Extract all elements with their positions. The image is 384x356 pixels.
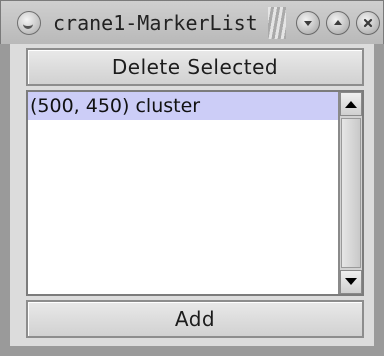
scroll-thumb[interactable] — [341, 118, 361, 268]
window-title: crane1-MarkerList — [53, 10, 258, 35]
delete-selected-button[interactable]: Delete Selected — [26, 48, 364, 86]
maximize-icon — [333, 19, 342, 25]
marker-list-area[interactable]: (500, 450) cluster — [28, 92, 338, 294]
arrow-down-icon — [345, 278, 357, 285]
add-label: Add — [174, 307, 216, 331]
arrow-up-icon — [345, 101, 357, 108]
close-button[interactable] — [355, 10, 380, 35]
scroll-up-button[interactable] — [340, 92, 362, 116]
add-button[interactable]: Add — [26, 300, 364, 338]
maximize-button[interactable] — [325, 10, 350, 35]
minimize-icon — [303, 20, 312, 26]
marker-list: (500, 450) cluster — [26, 90, 364, 296]
window-menu-icon[interactable] — [17, 10, 41, 35]
close-icon — [363, 18, 372, 27]
title-bar[interactable]: crane1-MarkerList — [0, 0, 384, 44]
list-item-label: (500, 450) cluster — [30, 95, 201, 117]
scroll-down-button[interactable] — [340, 270, 362, 294]
marker-list-window: crane1-MarkerList Delete Selected (500, … — [0, 0, 384, 356]
minimize-button[interactable] — [295, 10, 320, 35]
vertical-scrollbar[interactable] — [338, 92, 362, 294]
delete-selected-label: Delete Selected — [111, 55, 279, 79]
list-item[interactable]: (500, 450) cluster — [28, 92, 338, 120]
title-grip-decoration — [267, 6, 286, 39]
